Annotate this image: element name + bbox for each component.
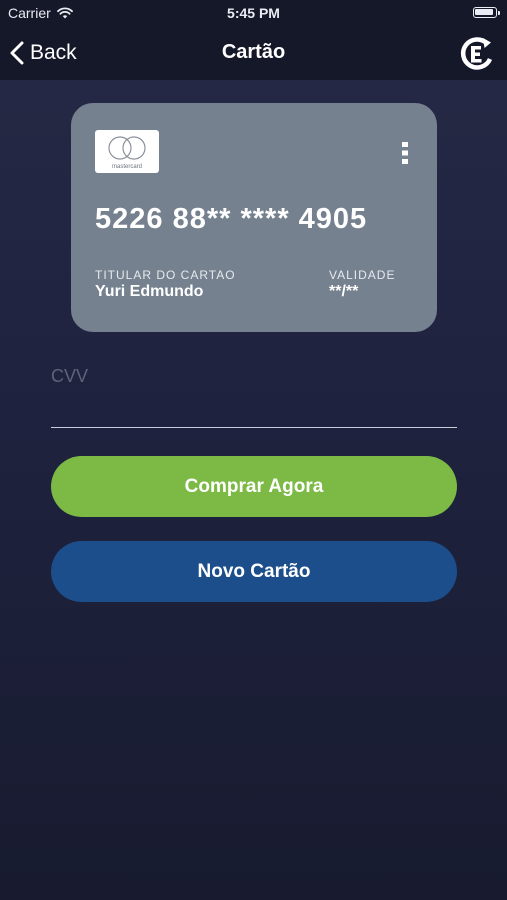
card-holder-name: Yuri Edmundo [95, 283, 204, 300]
card-validity-label: VALIDADE [329, 268, 396, 282]
mastercard-logo-text: mastercard [111, 164, 142, 170]
credit-card: mastercard 5226 88** **** 4905 TITULAR D… [71, 103, 437, 332]
status-time: 5:45 PM [227, 5, 280, 21]
battery-level [475, 9, 493, 15]
cvv-input[interactable] [51, 362, 457, 428]
card-number: 5226 88** **** 4905 [95, 203, 368, 235]
card-validity-value: **/** [329, 283, 359, 300]
brand-logo-icon[interactable] [457, 35, 495, 73]
more-vertical-icon[interactable] [399, 141, 411, 165]
new-card-button[interactable]: Novo Cartão [51, 541, 457, 602]
nav-bar: Back Cartão [0, 28, 507, 80]
cvv-field [51, 362, 457, 432]
page-title: Cartão [221, 41, 286, 63]
card-screen: Carrier 5:45 PM Back Cartão mastercard 5… [0, 0, 507, 900]
mastercard-icon: mastercard [95, 130, 159, 173]
card-holder-label: TITULAR DO CARTAO [95, 268, 236, 282]
buy-now-button[interactable]: Comprar Agora [51, 456, 457, 517]
status-bar: Carrier 5:45 PM [0, 0, 507, 28]
battery-icon [473, 7, 500, 18]
